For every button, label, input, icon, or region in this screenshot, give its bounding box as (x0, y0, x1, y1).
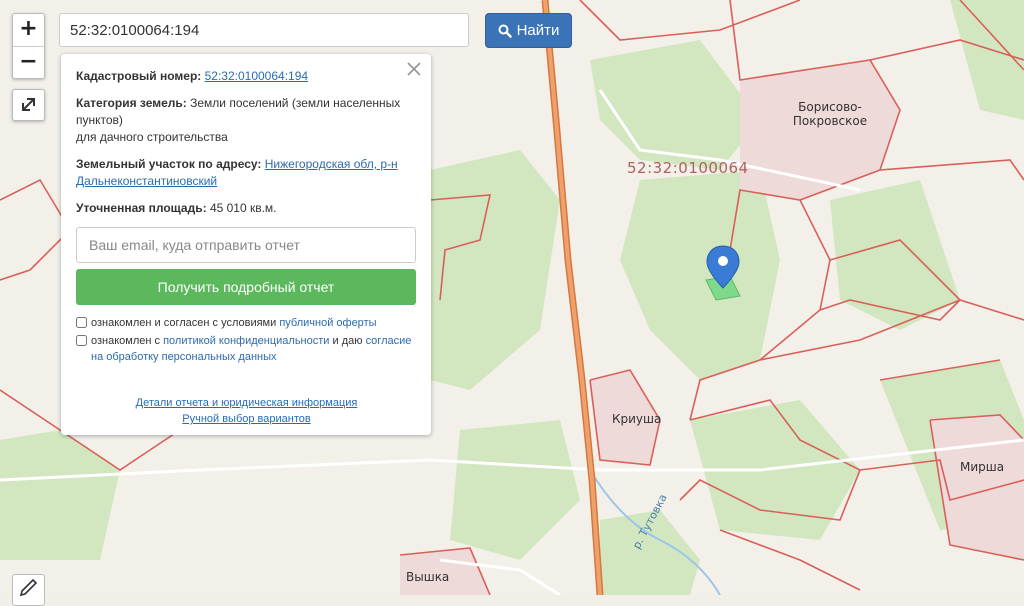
ruler-button[interactable] (12, 574, 45, 606)
offer-link[interactable]: публичной оферты (279, 317, 376, 329)
get-report-button[interactable]: Получить подробный отчет (76, 269, 416, 305)
land-category-row: Категория земель: Земли поселений (земли… (76, 95, 417, 146)
offer-text: ознакомлен и согласен с условиями (91, 317, 277, 329)
search-icon (498, 24, 512, 38)
place-label-vyshka: Вышка (406, 570, 450, 584)
place-label-borisovo: Борисово-Покровское (792, 100, 868, 128)
zoom-in-button[interactable]: + (13, 14, 44, 46)
privacy-checkbox[interactable] (76, 335, 87, 346)
offer-consent-row: ознакомлен и согласен с условиями публич… (76, 315, 417, 331)
address-label: Земельный участок по адресу: (76, 157, 262, 171)
zoom-control: + − (12, 13, 45, 79)
place-label-mirsha: Мирша (960, 460, 1005, 474)
expand-icon (22, 98, 35, 111)
zoom-out-button[interactable]: − (13, 46, 44, 79)
cadastral-number-label: Кадастровый номер: (76, 69, 202, 83)
address-row: Земельный участок по адресу: Нижегородск… (76, 156, 417, 190)
fullscreen-button[interactable] (12, 89, 45, 121)
privacy-text: ознакомлен с (91, 335, 161, 347)
privacy-consent-row: ознакомлен с политикой конфиденциальност… (76, 333, 417, 365)
land-category-label: Категория земель: (76, 96, 187, 110)
pencil-icon (19, 578, 38, 597)
parcel-info-panel: Кадастровый номер: 52:32:0100064:194 Кат… (61, 54, 431, 435)
area-row: Уточненная площадь: 45 010 кв.м. (76, 200, 417, 217)
details-link[interactable]: Детали отчета и юридическая информация (136, 397, 358, 409)
land-use-value: для дачного строительства (76, 130, 228, 144)
panel-footer-links: Детали отчета и юридическая информация Р… (76, 395, 417, 427)
search-button-label: Найти (516, 22, 560, 39)
search-button[interactable]: Найти (485, 13, 572, 48)
cadastral-quarter-label: 52:32:0100064 (627, 159, 749, 177)
area-label: Уточненная площадь: (76, 201, 207, 215)
privacy-and-text: и даю (332, 335, 363, 347)
email-input[interactable] (76, 227, 416, 263)
manual-selection-link[interactable]: Ручной выбор вариантов (182, 413, 310, 425)
cadastral-number-row: Кадастровый номер: 52:32:0100064:194 (76, 68, 417, 85)
close-icon[interactable] (405, 60, 423, 78)
offer-checkbox[interactable] (76, 317, 87, 328)
area-value: 45 010 кв.м. (209, 201, 277, 215)
privacy-link[interactable]: политикой конфиденциальности (163, 335, 329, 347)
cadastral-number-link[interactable]: 52:32:0100064:194 (205, 69, 308, 83)
place-label-kriusha: Криуша (612, 412, 662, 426)
offer-consent-text: ознакомлен и согласен с условиями публич… (91, 315, 377, 331)
privacy-consent-text: ознакомлен с политикой конфиденциальност… (91, 333, 417, 365)
cadastral-search-input[interactable] (59, 13, 469, 47)
